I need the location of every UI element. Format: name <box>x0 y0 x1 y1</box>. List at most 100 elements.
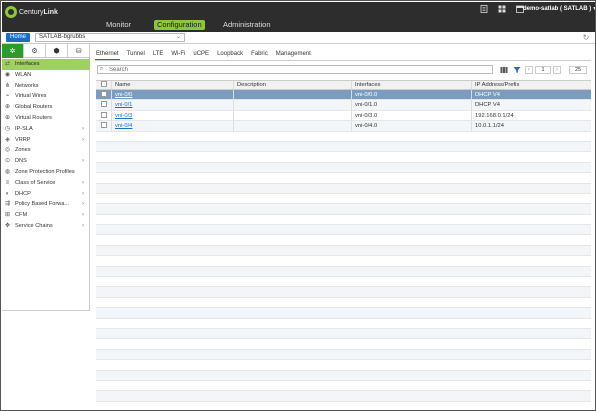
logo-icon <box>5 6 17 18</box>
sidebar-item-ip-sla[interactable]: ◷ IP-SLA › <box>2 124 90 135</box>
dns-icon: ⊙ <box>4 158 11 165</box>
sla-icon: ◷ <box>4 125 11 132</box>
table-row[interactable]: vni-0/1 vni-0/1.0 DHCP V4 <box>96 100 591 111</box>
protection-icon: ◍ <box>4 168 11 175</box>
tab-management[interactable]: Management <box>275 50 312 60</box>
column-header-description[interactable]: Description <box>234 81 352 89</box>
cell-interfaces: vni-0/0.0 <box>352 90 472 100</box>
router-icon: ⊕ <box>4 104 11 111</box>
tab-fabric[interactable]: Fabric <box>250 50 269 60</box>
tab-ucpe[interactable]: uCPE <box>192 50 210 60</box>
networks-icon: ⋔ <box>4 82 11 89</box>
page-size-select[interactable]: 25 <box>569 65 587 74</box>
tab-loopback[interactable]: Loopback <box>216 50 244 60</box>
sidebar-item-zones[interactable]: ◎ Zones <box>2 145 90 156</box>
nav-monitor[interactable]: Monitor <box>103 20 134 30</box>
sidebar-item-label: CFM <box>15 212 28 219</box>
dhcp-icon: ◐ <box>5 190 10 197</box>
empty-row <box>96 391 591 402</box>
sidebar-list: ⇄ Interfaces ◉ WLAN ⋔ Networks ⌁ Virtual Wires ⊕… <box>2 59 90 232</box>
column-header-ip[interactable]: IP Address/Prefix <box>472 81 591 89</box>
sidebar-item-networks[interactable]: ⋔ Networks <box>2 81 90 92</box>
shield-icon[interactable]: ⬢ <box>46 44 68 58</box>
interface-link[interactable]: vni-0/3 <box>115 113 132 119</box>
sidebar-item-policy-based-forwa[interactable]: ⇶ Policy Based Forwa... › <box>2 199 90 210</box>
sidebar-item-dhcp[interactable]: ◐ DHCP › <box>2 189 90 200</box>
cell-ip-address: 10.0.1.1/24 <box>475 123 505 130</box>
sidebar-item-global-routers[interactable]: ⊕ Global Routers <box>2 102 90 113</box>
sidebar-item-dns[interactable]: ⊙ DNS › <box>2 156 90 167</box>
gear-icon[interactable]: ⚙ <box>24 44 46 58</box>
empty-row <box>96 339 591 350</box>
sidebar-item-wlan[interactable]: ◉ WLAN <box>2 70 90 81</box>
document-icon[interactable] <box>480 5 488 13</box>
columns-icon[interactable] <box>499 65 508 74</box>
interface-link[interactable]: vni-0/0 <box>115 92 132 98</box>
cell-name: vni-0/3 <box>112 110 234 121</box>
next-page-icon[interactable]: › <box>553 65 561 74</box>
sidebar-item-zone-protection-profiles[interactable]: ◍ Zone Protection Profiles <box>2 167 90 178</box>
empty-row <box>96 245 591 257</box>
organization-value: SATLAB-bgrubbs <box>39 34 86 40</box>
chevron-right-icon: › <box>82 201 84 208</box>
empty-row <box>96 152 591 163</box>
cell-description <box>234 110 352 121</box>
organization-select[interactable]: SATLAB-bgrubbs ⌄ <box>35 33 185 42</box>
refresh-icon[interactable]: ↻ <box>581 33 591 43</box>
database-icon[interactable]: ⛁ <box>68 44 90 58</box>
cell-ip-address: DHCP V4 <box>475 102 501 109</box>
grid-icon[interactable] <box>498 5 506 13</box>
tab-ethernet[interactable]: Ethernet <box>95 50 120 60</box>
router-icon: ⊕ <box>4 114 11 121</box>
network-icon[interactable]: ✲ <box>2 44 24 58</box>
sidebar-item-label: Networks <box>15 82 39 89</box>
sidebar-item-service-chains[interactable]: ✥ Service Chains › <box>2 221 90 232</box>
column-header-name[interactable]: Name <box>112 81 234 89</box>
nav-configuration[interactable]: Configuration <box>154 20 205 30</box>
cell-interfaces: vni-0/4.0 <box>352 121 472 131</box>
cell-name: vni-0/1 <box>112 100 234 110</box>
table-row[interactable]: vni-0/0 vni-0/0.0 DHCP V4 <box>96 90 591 101</box>
tab-divider <box>95 60 591 61</box>
wire-icon: ⌁ <box>5 93 10 100</box>
tab-wi-fi[interactable]: Wi-Fi <box>170 50 186 60</box>
sidebar-item-vrrp[interactable]: ◈ VRRP › <box>2 135 90 146</box>
cell-description <box>234 121 352 131</box>
user-menu[interactable]: demo-satlab ( SATLAB ) ▾ <box>523 5 595 12</box>
tab-tunnel[interactable]: Tunnel <box>126 50 146 60</box>
sidebar-item-cfm[interactable]: ⊞ CFM › <box>2 210 90 221</box>
sidebar-item-label: Zones <box>15 147 31 154</box>
table-header: Name Description Interfaces IP Address/P… <box>96 80 591 90</box>
interface-link[interactable]: vni-0/4 <box>115 123 132 129</box>
empty-row <box>96 183 591 194</box>
interface-link[interactable]: vni-0/1 <box>115 102 132 108</box>
nav-administration[interactable]: Administration <box>220 20 274 30</box>
sidebar-item-class-of-service[interactable]: ≡ Class of Service › <box>2 178 90 189</box>
column-header-interfaces[interactable]: Interfaces <box>352 81 472 89</box>
row-checkbox[interactable] <box>96 100 112 110</box>
sidebar-item-interfaces[interactable]: ⇄ Interfaces <box>2 59 90 70</box>
row-checkbox[interactable] <box>96 110 112 121</box>
empty-row <box>96 349 591 361</box>
home-button[interactable]: Home <box>6 33 31 42</box>
sidebar-item-label: Interfaces <box>15 61 40 67</box>
empty-row <box>96 173 591 184</box>
interfaces-table: Name Description Interfaces IP Address/P… <box>96 80 591 402</box>
cell-interfaces: vni-0/1.0 <box>352 100 472 110</box>
prev-page-icon[interactable]: ‹ <box>525 65 533 74</box>
empty-row <box>96 204 591 215</box>
table-row[interactable]: vni-0/3 vni-0/3.0 192.168.0.1/24 <box>96 110 591 122</box>
tab-lte[interactable]: LTE <box>152 50 165 60</box>
page-number[interactable]: 1 <box>535 65 551 74</box>
search-input[interactable] <box>109 66 489 73</box>
table-row[interactable]: vni-0/4 vni-0/4.0 10.0.1.1/24 <box>96 121 591 132</box>
empty-row <box>96 194 591 205</box>
select-all-checkbox[interactable] <box>96 81 112 89</box>
row-checkbox[interactable] <box>96 90 112 100</box>
empty-row <box>96 370 591 381</box>
filter-icon[interactable] <box>512 65 521 74</box>
cell-description <box>234 100 352 110</box>
sidebar-item-virtual-wires[interactable]: ⌁ Virtual Wires <box>2 91 90 102</box>
row-checkbox[interactable] <box>96 121 112 131</box>
sidebar-item-virtual-routers[interactable]: ⊕ Virtual Routers <box>2 113 90 124</box>
